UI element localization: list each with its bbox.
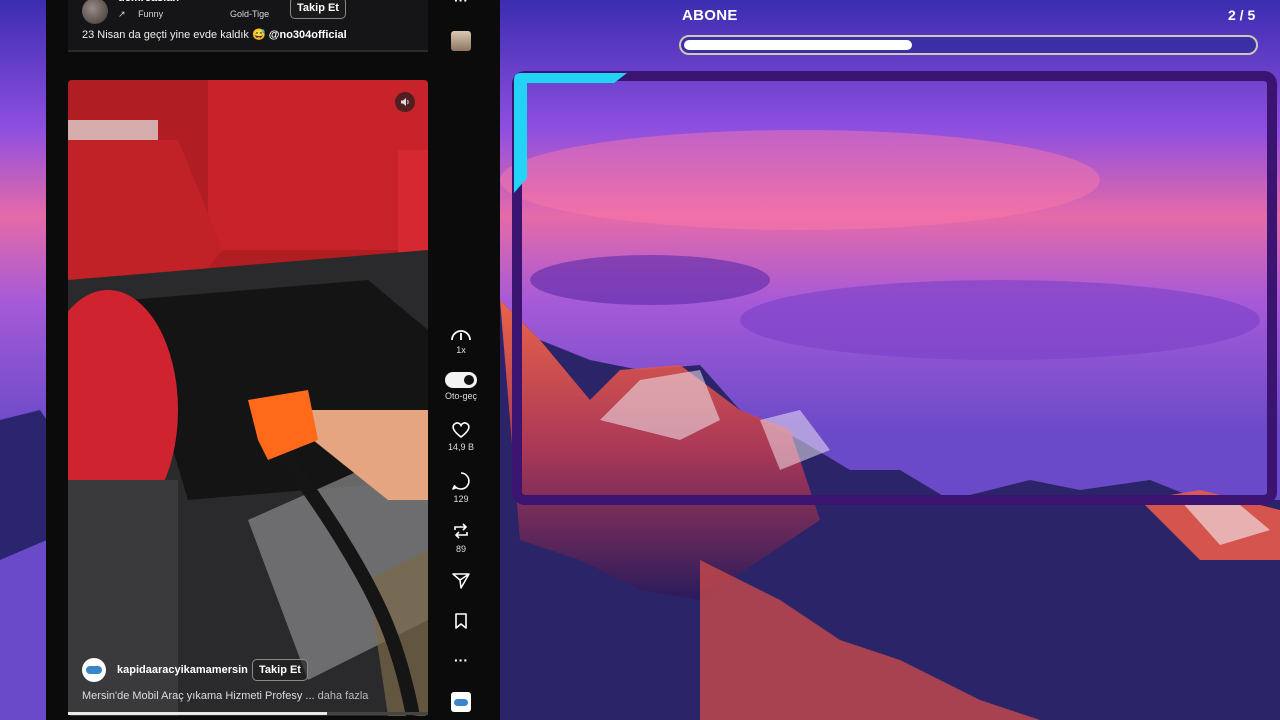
more-options-button[interactable]: ··· bbox=[436, 0, 486, 8]
like-count: 14,9 B bbox=[447, 442, 475, 452]
volume-button[interactable] bbox=[395, 92, 415, 112]
profile-thumbnail-icon bbox=[451, 31, 471, 51]
follow-button[interactable]: Takip Et bbox=[252, 659, 308, 681]
save-button[interactable] bbox=[436, 612, 486, 630]
post-username[interactable]: demreasian bbox=[118, 0, 179, 4]
creator-thumbnail[interactable] bbox=[436, 31, 486, 51]
creator-thumbnail[interactable] bbox=[436, 692, 486, 712]
bookmark-icon bbox=[455, 613, 467, 629]
playback-speed-button[interactable]: 1x bbox=[436, 326, 486, 355]
comment-count: 129 bbox=[453, 494, 469, 504]
caption-text: Mersin'de Mobil Araç yıkama Hizmeti Prof… bbox=[82, 690, 315, 702]
camera-frame bbox=[509, 68, 1280, 508]
caption-mention[interactable]: @no304official bbox=[269, 29, 347, 41]
post-username[interactable]: kapidaaracyikamamersin bbox=[117, 664, 248, 676]
sound-name: Funny bbox=[138, 9, 164, 19]
repost-button[interactable]: 89 bbox=[436, 521, 486, 554]
goal-count: 2 / 5 bbox=[1228, 7, 1256, 23]
sound-artist: Gold-Tige bbox=[230, 9, 270, 19]
show-more-link[interactable]: daha fazla bbox=[318, 690, 369, 702]
sound-info[interactable]: ↗ Funny Gold-Tige bbox=[118, 9, 269, 20]
caption-text: 23 Nisan da geçti yine evde kaldık 😅 bbox=[82, 29, 266, 41]
action-column: ··· 1x Oto-geç 14,9 B 129 89 ··· bbox=[436, 0, 486, 720]
share-button[interactable] bbox=[436, 572, 486, 590]
send-icon bbox=[452, 573, 470, 589]
share-arrow-icon: ↗ bbox=[118, 9, 126, 19]
avatar[interactable] bbox=[82, 658, 106, 682]
goal-label: ABONE bbox=[682, 7, 738, 24]
toggle-switch[interactable] bbox=[445, 372, 477, 388]
video-player[interactable] bbox=[68, 80, 428, 716]
repost-icon bbox=[454, 523, 468, 539]
follow-button[interactable]: Takip Et bbox=[290, 0, 346, 19]
goal-progress-bar bbox=[679, 35, 1258, 55]
post-caption: 23 Nisan da geçti yine evde kaldık 😅 @no… bbox=[82, 28, 347, 41]
comment-icon bbox=[452, 472, 470, 490]
video-progress-fill bbox=[68, 712, 328, 715]
post-caption: Mersin'de Mobil Araç yıkama Hizmeti Prof… bbox=[82, 690, 368, 702]
comment-button[interactable]: 129 bbox=[436, 471, 486, 504]
goal-progress-fill bbox=[684, 40, 912, 50]
speaker-icon bbox=[401, 98, 409, 106]
more-options-button[interactable]: ··· bbox=[436, 652, 486, 668]
video-progress-bar[interactable] bbox=[68, 712, 428, 715]
speedometer-icon bbox=[451, 330, 471, 341]
more-icon: ··· bbox=[454, 652, 468, 668]
previous-post-card[interactable] bbox=[68, 0, 428, 52]
autoplay-toggle[interactable]: Oto-geç bbox=[436, 372, 486, 401]
like-button[interactable]: 14,9 B bbox=[436, 421, 486, 452]
heart-icon bbox=[452, 422, 470, 439]
more-icon: ··· bbox=[454, 0, 468, 8]
profile-thumbnail-icon bbox=[451, 692, 471, 712]
repost-count: 89 bbox=[455, 544, 466, 554]
speed-label: 1x bbox=[456, 345, 466, 355]
autoplay-label: Oto-geç bbox=[444, 391, 477, 401]
